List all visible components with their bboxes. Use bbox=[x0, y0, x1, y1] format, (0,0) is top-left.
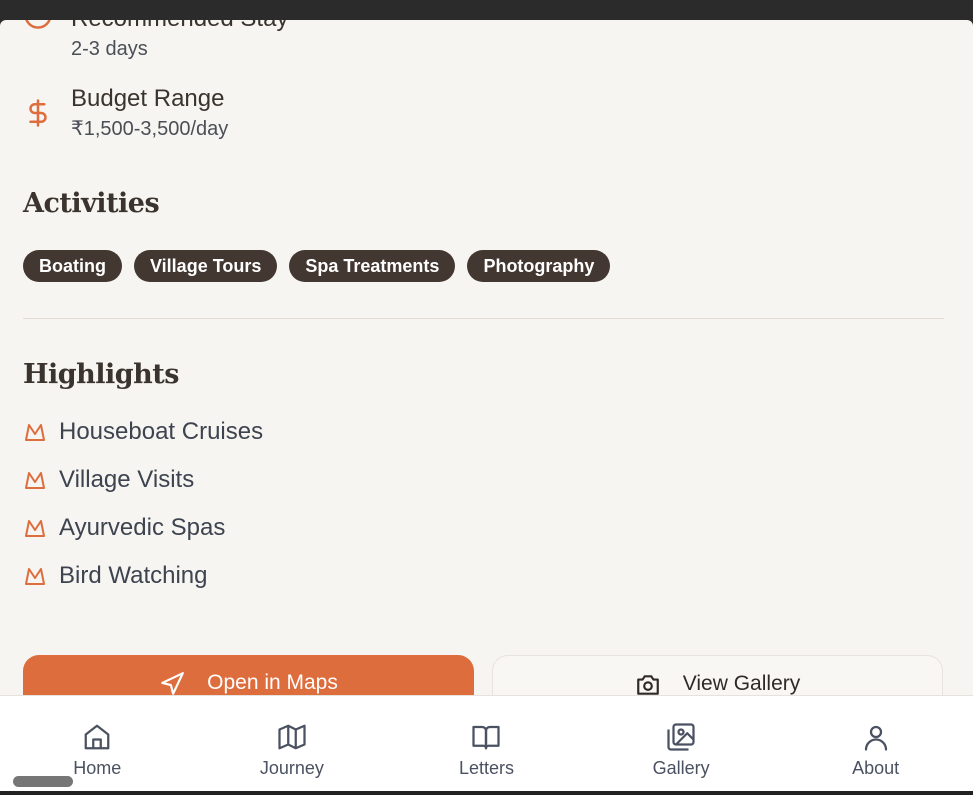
mountain-icon bbox=[25, 424, 45, 441]
mountain-icon bbox=[25, 472, 45, 489]
activity-chip-boating[interactable]: Boating bbox=[23, 250, 122, 282]
highlight-label: Bird Watching bbox=[59, 562, 208, 589]
nav-label-letters: Letters bbox=[458, 758, 514, 778]
nav-item-about[interactable]: About bbox=[778, 696, 973, 796]
nav-item-letters[interactable]: Letters bbox=[389, 696, 584, 796]
home-icon bbox=[84, 724, 110, 750]
navigation-icon bbox=[161, 672, 185, 695]
nav-label-about: About bbox=[852, 758, 900, 778]
bottom-navigation: Home Journey Letters Gallery About bbox=[0, 695, 973, 796]
dollar-icon bbox=[29, 99, 47, 127]
bottom-edge bbox=[0, 791, 973, 795]
open-in-maps-label: Open in Maps bbox=[207, 671, 338, 694]
highlight-item: Bird Watching bbox=[23, 552, 263, 600]
nav-label-journey: Journey bbox=[259, 758, 324, 778]
highlight-label: Ayurvedic Spas bbox=[59, 514, 226, 541]
activity-chips: Boating Village Tours Spa Treatments Pho… bbox=[23, 250, 611, 282]
recommended-stay-label: Recommended Stay bbox=[71, 20, 288, 34]
nav-label-home: Home bbox=[73, 758, 122, 778]
activities-title: Activities bbox=[23, 188, 160, 219]
nav-item-gallery[interactable]: Gallery bbox=[584, 696, 779, 796]
nav-item-journey[interactable]: Journey bbox=[195, 696, 390, 796]
mountain-icon bbox=[25, 520, 45, 537]
gallery-icon bbox=[667, 723, 695, 751]
activity-chip-spa-treatments[interactable]: Spa Treatments bbox=[289, 250, 456, 282]
section-divider bbox=[23, 318, 944, 319]
highlights-list: Houseboat Cruises Village Visits Ayurved… bbox=[23, 408, 263, 600]
book-icon bbox=[472, 725, 501, 750]
mountain-icon bbox=[25, 568, 45, 585]
highlight-label: Houseboat Cruises bbox=[59, 418, 264, 445]
map-icon bbox=[278, 724, 306, 750]
view-gallery-label: View Gallery bbox=[682, 672, 801, 695]
budget-range-row: Budget Range ₹1,500-3,500/day bbox=[23, 84, 228, 142]
highlight-item: Ayurvedic Spas bbox=[23, 504, 263, 552]
destination-detail-sheet: Recommended Stay 2-3 days Budget Range ₹… bbox=[0, 20, 973, 795]
highlights-title: Highlights bbox=[23, 359, 179, 390]
activity-chip-photography[interactable]: Photography bbox=[467, 250, 611, 282]
recommended-stay-value: 2-3 days bbox=[71, 38, 148, 60]
highlight-item: Village Visits bbox=[23, 456, 263, 504]
budget-range-value: ₹1,500-3,500/day bbox=[71, 118, 229, 140]
nav-label-gallery: Gallery bbox=[652, 758, 710, 778]
activity-chip-village-tours[interactable]: Village Tours bbox=[134, 250, 278, 282]
budget-range-label: Budget Range bbox=[71, 85, 225, 112]
home-indicator[interactable] bbox=[13, 776, 73, 787]
user-icon bbox=[864, 725, 887, 751]
clock-icon bbox=[25, 20, 51, 29]
highlight-label: Village Visits bbox=[59, 466, 195, 493]
recommended-stay-row: Recommended Stay 2-3 days bbox=[23, 20, 288, 62]
highlight-item: Houseboat Cruises bbox=[23, 408, 263, 456]
